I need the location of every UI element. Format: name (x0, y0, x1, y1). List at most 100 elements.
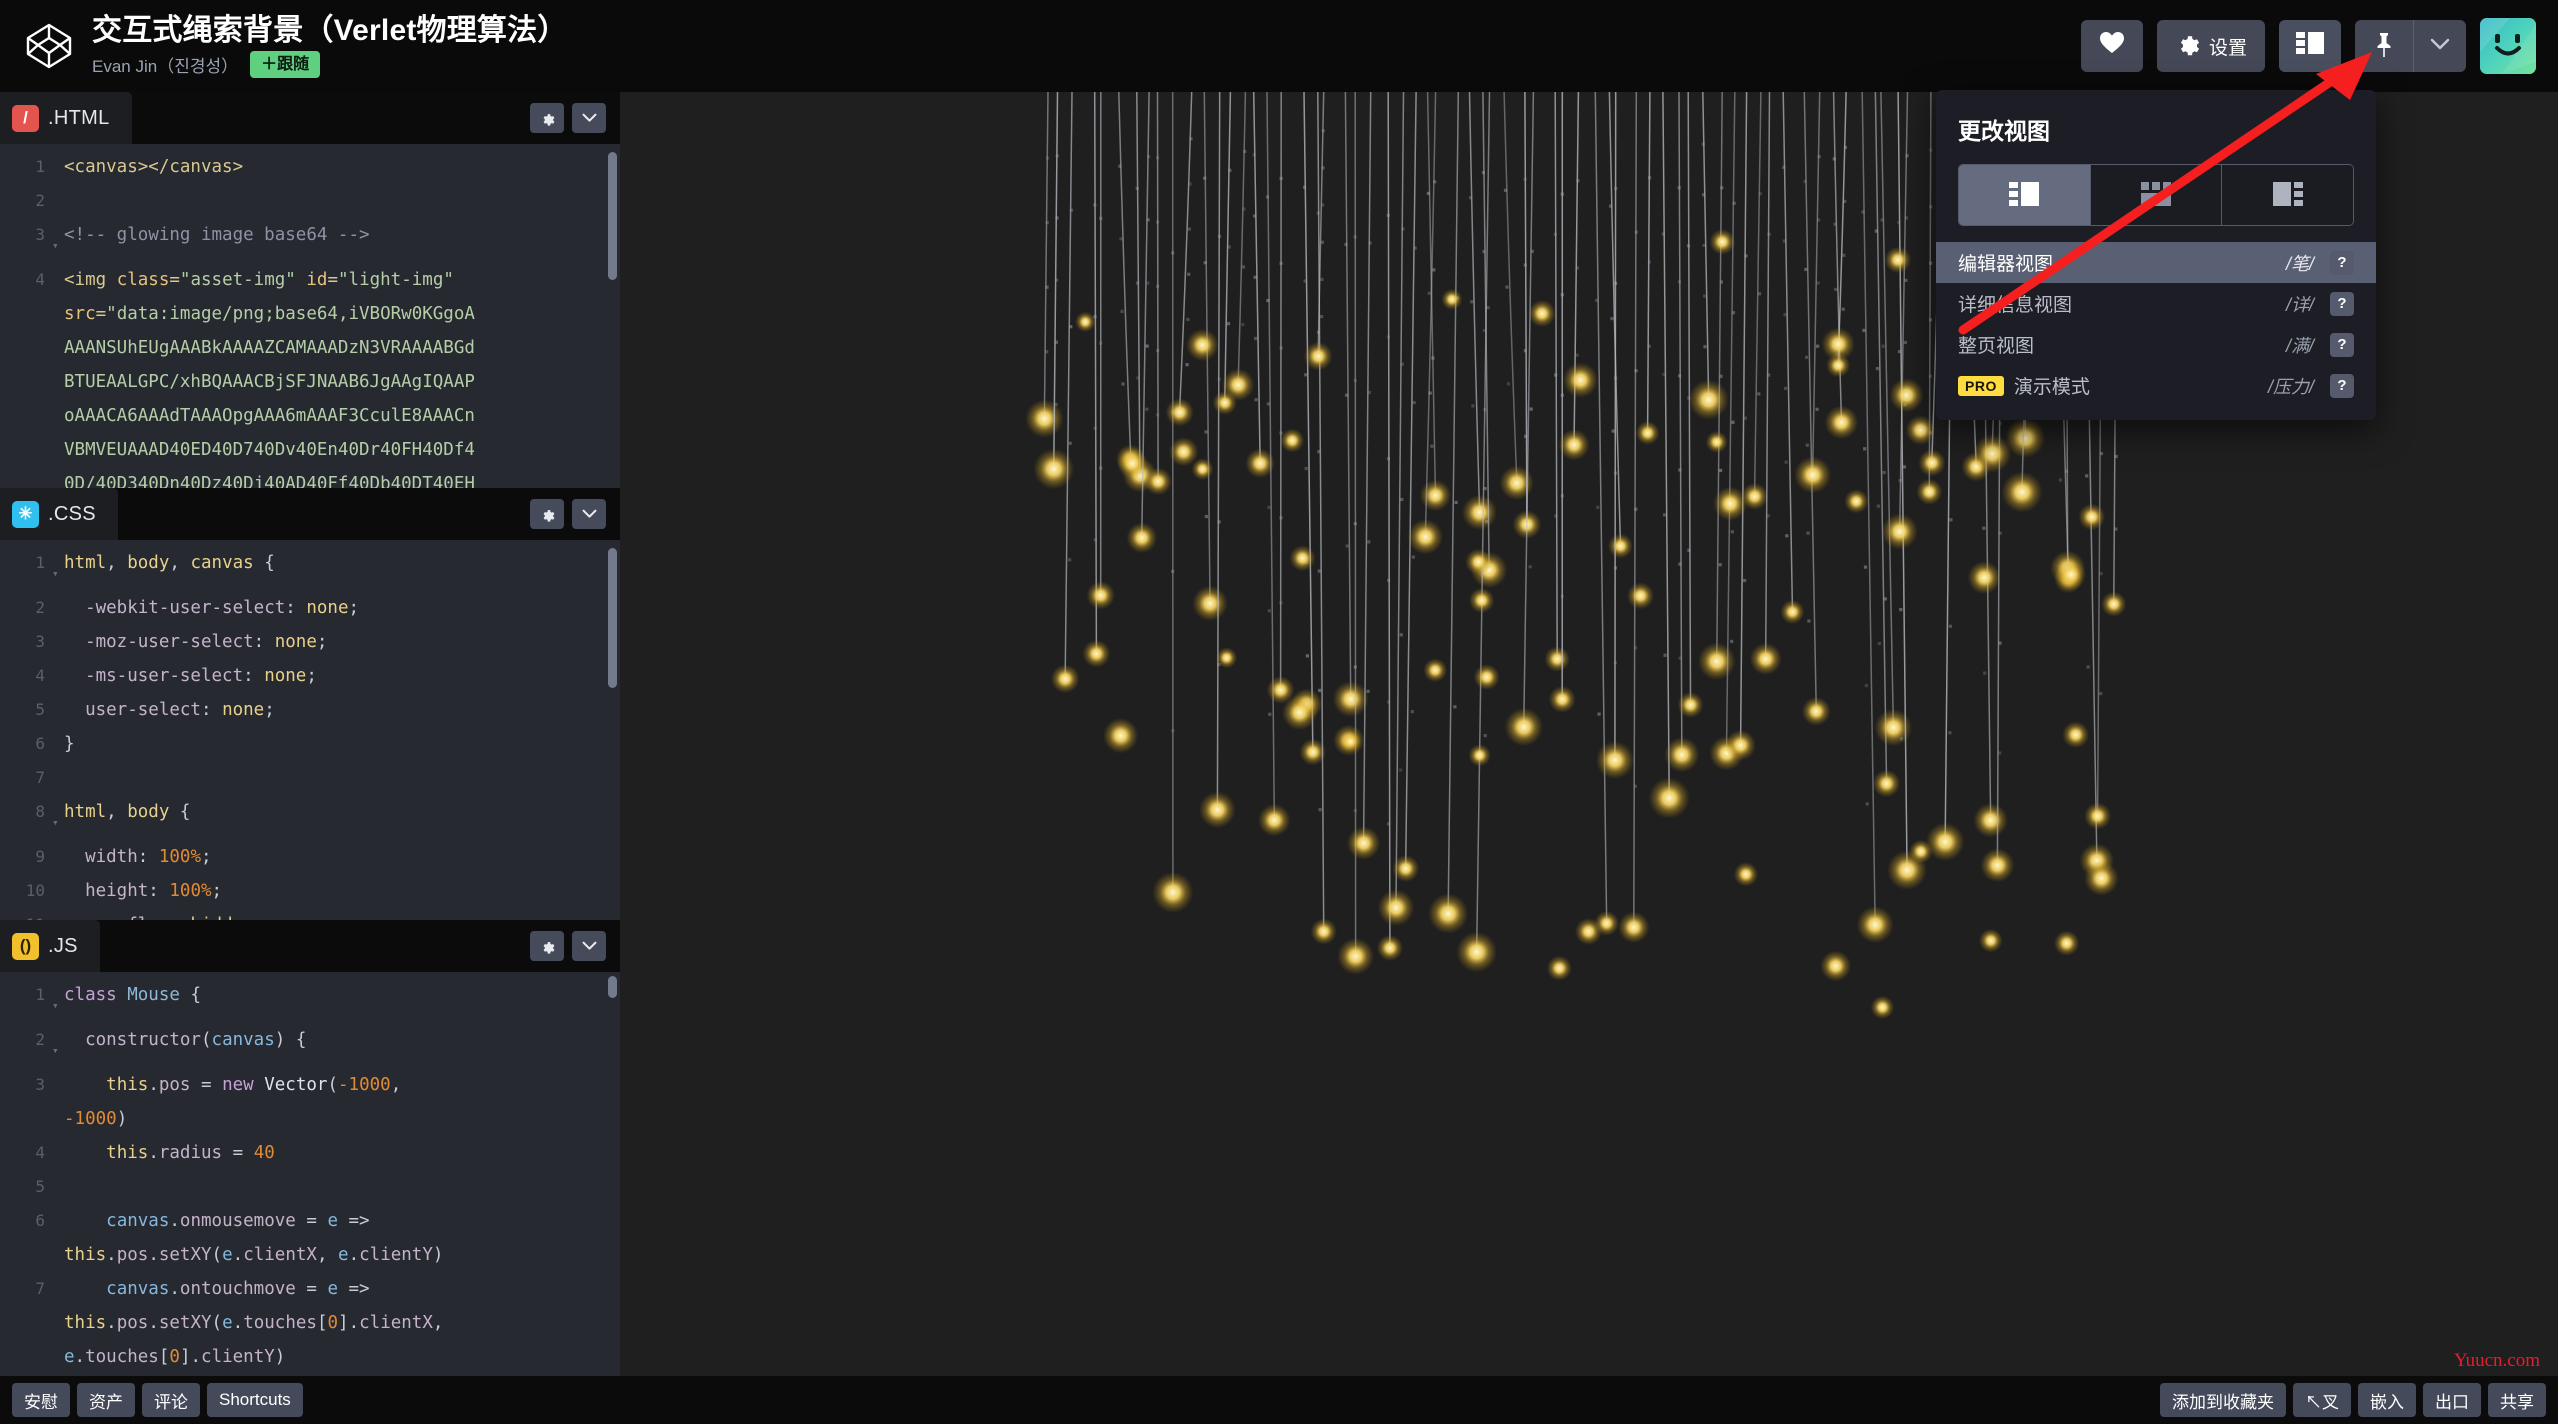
rope-strand (1424, 92, 1437, 533)
help-icon[interactable]: ? (2330, 291, 2354, 316)
rope-node (1862, 328, 1866, 332)
html-code-area[interactable]: 1 <canvas></canvas> 2 3 ▾ <!-- glowing image… (0, 144, 620, 488)
layout-top-split-option[interactable] (2090, 165, 2223, 225)
view-menu-item[interactable]: PRO 演示模式/压力/? (1936, 365, 2376, 406)
rope-node (1730, 639, 1734, 643)
fold-marker-icon[interactable] (52, 1136, 64, 1147)
rope-node (1834, 287, 1838, 291)
fold-marker-icon[interactable] (52, 184, 64, 195)
fold-marker-icon[interactable] (52, 1170, 64, 1181)
fold-marker-icon[interactable] (52, 1102, 64, 1113)
css-pane-actions (530, 499, 606, 529)
css-collapse-button[interactable] (572, 499, 606, 529)
help-icon[interactable]: ? (2330, 373, 2354, 398)
view-menu-item-label: 编辑器视图 (1958, 254, 2054, 275)
fold-marker-icon[interactable] (52, 399, 64, 410)
gear-icon (2175, 31, 2200, 62)
rope-node (2086, 665, 2090, 669)
rope-light-bead (1102, 717, 1139, 754)
bottom-bar-action-button[interactable]: 嵌入 (2358, 1383, 2416, 1417)
fold-marker-icon[interactable] (52, 1238, 64, 1249)
bottom-bar-action-button[interactable]: ↖叉 (2293, 1383, 2351, 1417)
js-code-area[interactable]: 1 ▾ class Mouse {2 ▾ constructor(canvas) {3… (0, 972, 620, 1376)
fold-marker-icon[interactable] (52, 659, 64, 670)
js-scrollbar[interactable] (608, 976, 617, 998)
rope-node (1817, 155, 1821, 159)
fold-marker-icon[interactable] (52, 297, 64, 308)
layout-right-split-option[interactable] (2222, 165, 2353, 225)
bottom-bar-action-button[interactable]: 共享 (2488, 1383, 2546, 1417)
css-code-area[interactable]: 1 ▾ html, body, canvas {2 -webkit-user-sel… (0, 540, 620, 920)
html-settings-button[interactable] (530, 103, 564, 133)
fold-marker-icon[interactable] (52, 331, 64, 342)
change-view-button[interactable] (2279, 20, 2341, 72)
bottom-bar-action-button[interactable]: 添加到收藏夹 (2160, 1383, 2286, 1417)
fold-marker-icon[interactable]: ▾ (52, 546, 64, 591)
fold-marker-icon[interactable] (52, 433, 64, 444)
pin-dropdown-button[interactable] (2414, 20, 2466, 72)
html-scrollbar[interactable] (608, 152, 617, 280)
fold-marker-icon[interactable] (52, 1272, 64, 1283)
bottom-bar-action-button[interactable]: 安慰 (12, 1383, 70, 1417)
bottom-bar-action-button[interactable]: 评论 (142, 1383, 200, 1417)
fold-marker-icon[interactable] (52, 1068, 64, 1079)
pin-button[interactable] (2355, 20, 2413, 72)
html-pane-tab[interactable]: / .HTML (0, 92, 132, 144)
author-name[interactable]: Evan Jin（진경성） (92, 52, 238, 77)
rope-node (1427, 291, 1431, 295)
fold-marker-icon[interactable] (52, 263, 64, 274)
fold-marker-icon[interactable] (52, 727, 64, 738)
rope-node (1485, 520, 1489, 524)
fold-marker-icon[interactable] (52, 693, 64, 704)
settings-button[interactable]: 设置 (2156, 20, 2265, 72)
rope-node (1069, 208, 1073, 212)
bottom-bar-action-button[interactable]: 出口 (2423, 1383, 2481, 1417)
rope-light-bead (1289, 545, 1316, 572)
rope-node (2058, 478, 2063, 482)
help-icon[interactable]: ? (2330, 332, 2354, 357)
fold-marker-icon[interactable] (52, 840, 64, 851)
code-text: overflow: hidden; (64, 908, 620, 920)
fold-marker-icon[interactable] (52, 874, 64, 885)
code-text: html, body { (64, 802, 191, 822)
fold-marker-icon[interactable] (52, 1340, 64, 1351)
bottom-bar-left-actions: 安慰 资产 评论 Shortcuts (12, 1383, 303, 1417)
view-menu-item[interactable]: 整页视图/满/? (1936, 324, 2376, 365)
css-settings-button[interactable] (530, 499, 564, 529)
js-collapse-button[interactable] (572, 931, 606, 961)
css-pane-tab[interactable]: ✳ .CSS (0, 488, 118, 540)
fold-marker-icon[interactable] (52, 150, 64, 161)
rope-node (1146, 218, 1150, 222)
view-menu-item[interactable]: 详细信息视图/详/? (1936, 283, 2376, 324)
view-menu-item[interactable]: 编辑器视图/笔/? (1936, 242, 2376, 283)
codepen-logo-icon[interactable] (22, 19, 76, 73)
rope-node (1186, 317, 1190, 322)
follow-button[interactable]: ＋跟随 (250, 50, 321, 78)
fold-marker-icon[interactable]: ▾ (52, 1023, 64, 1068)
bottom-bar-action-button[interactable]: Shortcuts (207, 1383, 303, 1417)
fold-marker-icon[interactable] (52, 908, 64, 919)
fold-marker-icon[interactable] (52, 365, 64, 376)
js-pane-tab[interactable]: () .JS (0, 920, 100, 972)
fold-marker-icon[interactable]: ▾ (52, 795, 64, 840)
bottom-bar-action-button[interactable]: 资产 (77, 1383, 135, 1417)
avatar[interactable] (2480, 18, 2536, 74)
layout-left-split-option[interactable] (1959, 165, 2091, 225)
css-scrollbar[interactable] (608, 548, 617, 688)
fold-marker-icon[interactable] (52, 1204, 64, 1215)
rope-light-bead (1618, 911, 1650, 944)
rope-node (1318, 688, 1322, 692)
fold-marker-icon[interactable] (52, 591, 64, 602)
html-collapse-button[interactable] (572, 103, 606, 133)
fold-marker-icon[interactable]: ▾ (52, 978, 64, 1023)
help-icon[interactable]: ? (2330, 250, 2354, 275)
fold-marker-icon[interactable] (52, 761, 64, 772)
fold-marker-icon[interactable] (52, 625, 64, 636)
fold-marker-icon[interactable] (52, 467, 64, 478)
js-settings-button[interactable] (530, 931, 564, 961)
love-button[interactable] (2080, 20, 2143, 72)
fold-marker-icon[interactable]: ▾ (52, 218, 64, 263)
rope-node (1767, 232, 1771, 236)
fold-marker-icon[interactable] (52, 1306, 64, 1317)
rope-light-bead (1216, 647, 1238, 669)
